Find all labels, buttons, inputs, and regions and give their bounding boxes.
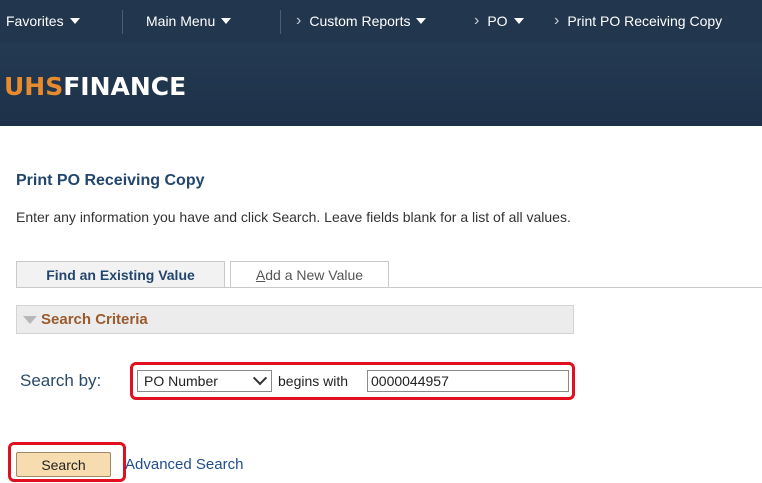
search-button[interactable]: Search (16, 452, 111, 477)
tab-label: Find an Existing Value (46, 266, 195, 283)
tab-find-existing-value[interactable]: Find an Existing Value (16, 261, 225, 287)
caret-down-icon (513, 18, 524, 24)
tab-divider (16, 287, 762, 288)
breadcrumb-label: Print PO Receiving Copy (567, 13, 723, 29)
chevron-right-icon: › (554, 12, 560, 29)
chevron-right-icon: › (474, 12, 480, 29)
operator-label: begins with (278, 373, 349, 389)
tab-label: Add a New Value (255, 266, 364, 283)
breadcrumb-current[interactable]: › Print PO Receiving Copy (554, 0, 722, 42)
search-criteria-header[interactable]: Search Criteria (16, 305, 574, 334)
po-number-input[interactable] (367, 370, 569, 392)
page-title: Print PO Receiving Copy (16, 172, 205, 189)
search-field-select[interactable]: PO Number (137, 370, 272, 392)
chevron-down-icon (252, 371, 268, 386)
top-nav-bar: Favorites Main Menu › Custom Reports › P… (0, 0, 762, 42)
chevron-right-icon: › (296, 12, 302, 29)
caret-down-icon (221, 18, 232, 24)
collapse-triangle-icon (23, 315, 37, 324)
brand-logo: UHSFINANCE (4, 72, 186, 101)
page-instructions: Enter any information you have and click… (16, 209, 571, 225)
main-menu[interactable]: Main Menu (146, 0, 232, 42)
advanced-search-link[interactable]: Advanced Search (125, 456, 243, 473)
breadcrumb-label: PO (487, 13, 508, 29)
caret-down-icon (416, 18, 427, 24)
logo-suffix: FINANCE (63, 72, 187, 101)
nav-divider (280, 10, 281, 34)
brand-banner: UHSFINANCE (0, 42, 762, 126)
breadcrumb-label: Custom Reports (309, 13, 411, 29)
tab-add-new-value[interactable]: Add a New Value (230, 261, 389, 287)
search-by-label: Search by: (20, 371, 102, 390)
breadcrumb-po[interactable]: › PO (474, 0, 524, 42)
main-menu-label: Main Menu (146, 13, 216, 29)
nav-divider (122, 10, 123, 34)
favorites-menu[interactable]: Favorites (6, 0, 80, 42)
select-value: PO Number (144, 373, 218, 389)
breadcrumb-custom-reports[interactable]: › Custom Reports (296, 0, 427, 42)
logo-prefix: UHS (4, 72, 64, 101)
search-criteria-label: Search Criteria (41, 311, 148, 328)
favorites-label: Favorites (6, 13, 64, 29)
caret-down-icon (69, 18, 80, 24)
